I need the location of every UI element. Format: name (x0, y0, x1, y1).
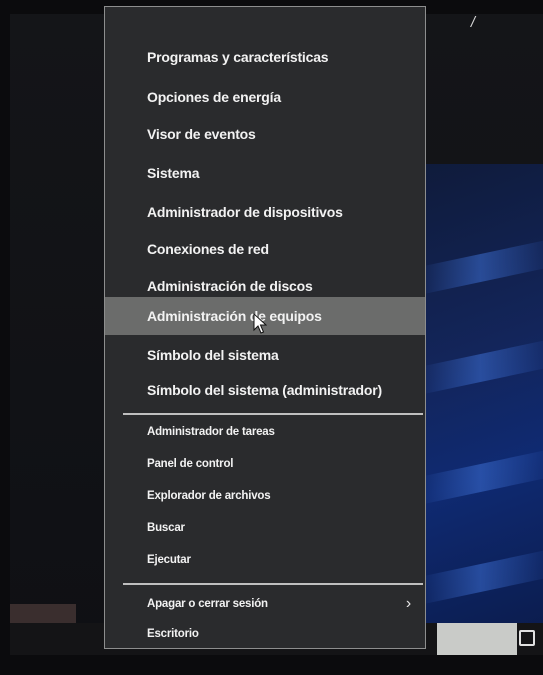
taskbar-search-box[interactable] (437, 623, 517, 655)
menu-item-command-prompt-admin[interactable]: Símbolo del sistema (administrador) (113, 376, 417, 404)
menu-item-control-panel[interactable]: Panel de control (113, 451, 417, 477)
menu-item-shutdown-label: Apagar o cerrar sesión (147, 598, 268, 610)
menu-item-file-explorer[interactable]: Explorador de archivos (113, 483, 417, 509)
task-view-icon[interactable] (519, 630, 535, 646)
menu-item-disk-management[interactable]: Administración de discos (113, 272, 417, 300)
menu-item-network-connections[interactable]: Conexiones de red (113, 235, 417, 263)
menu-item-run[interactable]: Ejecutar (113, 547, 417, 573)
menu-separator (123, 413, 423, 415)
monitor-bezel: / Programas y características Opciones d… (0, 0, 543, 675)
desktop-text-fragment: / (470, 14, 475, 31)
menu-item-device-manager[interactable]: Administrador de dispositivos (113, 198, 417, 226)
menu-item-desktop[interactable]: Escritorio (113, 621, 417, 647)
menu-item-system[interactable]: Sistema (113, 159, 417, 187)
menu-item-command-prompt[interactable]: Símbolo del sistema (113, 341, 417, 369)
menu-separator (123, 583, 423, 585)
menu-item-event-viewer[interactable]: Visor de eventos (113, 120, 417, 148)
menu-item-power-options[interactable]: Opciones de energía (113, 83, 417, 111)
chevron-right-icon: › (405, 595, 411, 612)
menu-item-shutdown-signout[interactable]: Apagar o cerrar sesión › (113, 591, 417, 617)
menu-item-search[interactable]: Buscar (113, 515, 417, 541)
desktop-wallpaper (418, 164, 543, 634)
menu-item-task-manager[interactable]: Administrador de tareas (113, 419, 417, 445)
menu-item-programs-features[interactable]: Programas y características (113, 43, 417, 71)
